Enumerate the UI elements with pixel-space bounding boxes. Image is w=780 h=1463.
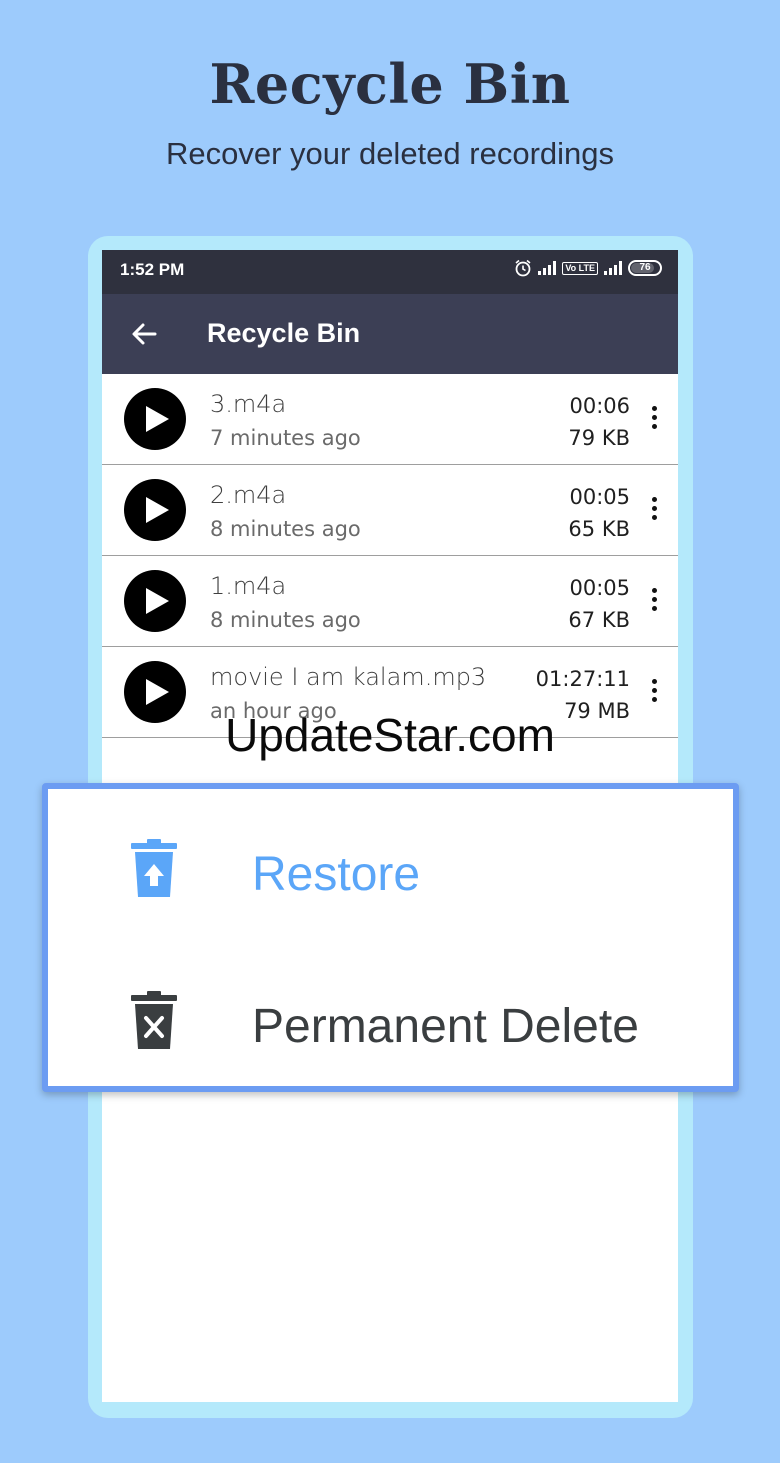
status-icons: Vo LTE 76	[514, 259, 662, 277]
signal-icon	[604, 261, 622, 275]
permanent-delete-label: Permanent Delete	[252, 1000, 639, 1053]
recording-time-ago: 8 minutes ago	[210, 517, 361, 541]
more-vert-icon[interactable]	[652, 406, 658, 432]
alarm-icon	[515, 259, 531, 277]
app-bar-title: Recycle Bin	[207, 318, 361, 348]
more-vert-icon[interactable]	[652, 497, 658, 523]
play-icon	[146, 406, 169, 432]
play-icon	[146, 497, 169, 523]
play-button[interactable]	[124, 570, 186, 632]
restore-trash-icon	[131, 839, 177, 897]
arrow-left-icon[interactable]	[128, 318, 160, 350]
more-vert-icon[interactable]	[652, 679, 658, 705]
menu-item-permanent-delete[interactable]: Permanent Delete	[48, 941, 733, 1091]
volte-icon: Vo LTE	[562, 261, 598, 275]
promo-title: Recycle Bin	[209, 52, 571, 116]
recording-time-ago: 8 minutes ago	[210, 608, 361, 632]
recording-duration: 00:05	[569, 485, 630, 509]
recordings-list: 3.m4a 7 minutes ago 00:06 79 KB 2.m4a 8 …	[102, 374, 678, 738]
status-bar: 1:52 PM Vo LTE 76	[102, 250, 678, 294]
recording-size: 67 KB	[568, 608, 630, 632]
signal-icon	[538, 261, 557, 275]
play-button[interactable]	[124, 479, 186, 541]
battery-icon: 76	[628, 260, 662, 276]
watermark: UpdateStar.com	[225, 709, 555, 761]
recording-name: movie I am kalam.mp3	[210, 663, 487, 691]
list-item[interactable]: 3.m4a 7 minutes ago 00:06 79 KB	[102, 374, 678, 465]
recording-name: 1.m4a	[210, 572, 287, 600]
restore-label: Restore	[252, 848, 421, 901]
menu-item-restore[interactable]: Restore	[48, 789, 733, 939]
recording-name: 3.m4a	[210, 390, 287, 418]
recording-duration: 00:05	[569, 576, 630, 600]
promo-subtitle: Recover your deleted recordings	[165, 136, 615, 171]
list-item[interactable]: 1.m4a 8 minutes ago 00:05 67 KB	[102, 556, 678, 647]
status-time: 1:52 PM	[120, 260, 185, 279]
recording-time-ago: 7 minutes ago	[210, 426, 361, 450]
recording-size: 79 KB	[568, 426, 630, 450]
recording-name: 2.m4a	[210, 481, 287, 509]
play-icon	[146, 588, 169, 614]
app-bar: Recycle Bin	[102, 294, 678, 374]
context-menu: Restore Permanent Delete	[42, 783, 739, 1092]
delete-forever-icon	[131, 991, 177, 1049]
recording-duration: 01:27:11	[535, 667, 630, 691]
play-button[interactable]	[124, 388, 186, 450]
battery-level: 76	[639, 262, 651, 273]
list-item[interactable]: 2.m4a 8 minutes ago 00:05 65 KB	[102, 465, 678, 556]
play-icon	[146, 679, 169, 705]
recording-duration: 00:06	[569, 394, 630, 418]
more-vert-icon[interactable]	[652, 588, 658, 614]
recording-size: 65 KB	[568, 517, 630, 541]
